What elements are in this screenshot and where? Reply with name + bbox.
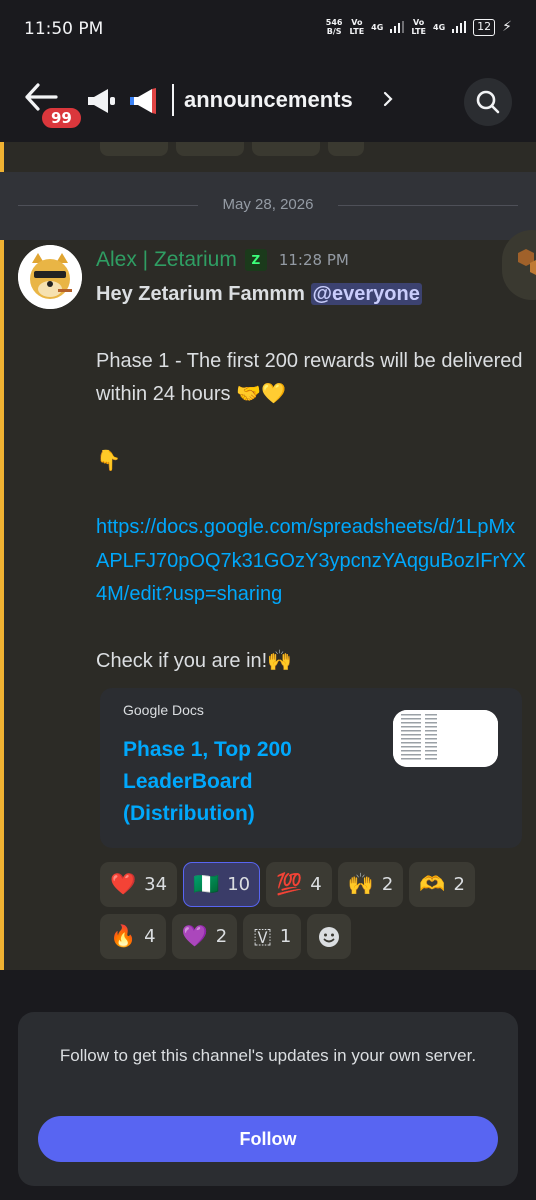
reaction-emoji: 💜 (181, 924, 208, 948)
megaphone-color-icon (130, 88, 156, 114)
reaction-count: 2 (453, 874, 465, 895)
volte-1-top: Vo (351, 18, 363, 27)
network-speed: 546 B/S (326, 18, 343, 36)
mention-everyone[interactable]: @everyone (310, 283, 422, 305)
reaction-count: 2 (215, 926, 228, 947)
greeting-line: Hey Zetarium Fammm @everyone (96, 278, 526, 312)
previous-reaction[interactable] (252, 142, 320, 156)
message-content: Hey Zetarium Fammm @everyone Phase 1 - T… (96, 278, 526, 678)
follow-button[interactable]: Follow (38, 1116, 498, 1162)
date-divider: May 28, 2026 (18, 194, 518, 218)
clock: 11:50 PM (24, 19, 104, 39)
phase-line: Phase 1 - The first 200 rewards will be … (96, 345, 526, 412)
handshake-heart-emoji: 🤝💛 (236, 383, 286, 405)
doge-avatar-icon (18, 245, 82, 309)
charging-icon: ⚡ (502, 19, 512, 35)
chevron-right-icon[interactable] (382, 90, 394, 108)
sim1-gen: 4G (371, 22, 384, 32)
add-reaction-icon (319, 926, 340, 947)
reaction-emoji: ❤️ (110, 872, 137, 896)
reaction-emoji: 🙌 (347, 872, 374, 896)
message-list[interactable]: May 28, 2026 Alex | Zetarium Z 11:28 PM … (0, 142, 536, 970)
sim2-gen: 4G (433, 22, 446, 32)
link-embed[interactable]: Google Docs Phase 1, Top 200 LeaderBoard… (100, 688, 522, 848)
reaction-button[interactable]: ❤️ 34 (100, 862, 178, 907)
reaction-button[interactable]: 💯 4 (266, 862, 332, 907)
status-icons: 546 B/S Vo LTE 4G Vo LTE 4G 12 ⚡ (326, 18, 512, 36)
avatar[interactable] (18, 245, 82, 309)
volte-2-bottom: LTE (411, 27, 427, 36)
follow-panel: Follow to get this channel's updates in … (0, 970, 536, 1200)
reaction-count: 1 (279, 926, 292, 947)
status-bar: 11:50 PM 546 B/S Vo LTE 4G Vo LTE 4G 12 … (0, 0, 536, 62)
previous-message-reactions (0, 142, 536, 172)
channel-separator (172, 84, 174, 116)
check-line: Check if you are in!🙌 (96, 645, 526, 679)
pointing-down-emoji: 👇 (96, 449, 121, 472)
greeting-text: Hey Zetarium Fammm (96, 283, 311, 305)
reactions: ❤️ 34 🇳🇬 10 💯 4 🙌 2 🫶 2 🔥 4 💜 2 🇻 1 (100, 862, 528, 959)
follow-card: Follow to get this channel's updates in … (18, 1012, 518, 1186)
channel-type-icons (86, 86, 160, 116)
previous-reaction[interactable] (100, 142, 168, 156)
search-icon (476, 90, 500, 114)
role-tag-icon: Z (244, 249, 267, 271)
reaction-count: 10 (227, 874, 251, 895)
reaction-emoji: 🫶 (419, 872, 446, 896)
volte-2-top: Vo (413, 18, 425, 27)
megaphone-icon (88, 89, 115, 113)
reaction-button[interactable]: 🇳🇬 10 (183, 862, 261, 907)
reaction-emoji: 🇻 (253, 924, 272, 948)
author-name[interactable]: Alex | Zetarium (96, 248, 237, 272)
check-text: Check if you are in! (96, 649, 268, 672)
embed-thumbnail[interactable] (393, 710, 498, 767)
reaction-button[interactable]: 🫶 2 (409, 862, 475, 907)
signal-2-icon (452, 21, 467, 33)
reaction-count: 4 (144, 926, 156, 947)
unread-badge: 99 (40, 106, 83, 130)
volte-1-bottom: LTE (349, 27, 365, 36)
search-button[interactable] (464, 78, 512, 126)
reaction-button[interactable]: 🔥 4 (100, 914, 166, 959)
volte-1: Vo LTE (349, 18, 364, 36)
previous-reaction[interactable] (176, 142, 244, 156)
net-speed-value: 546 (325, 18, 343, 27)
follow-description: Follow to get this channel's updates in … (59, 1046, 477, 1065)
previous-reaction[interactable] (328, 142, 364, 156)
reaction-emoji: 💯 (276, 872, 303, 896)
reaction-count: 34 (144, 874, 168, 895)
signal-1-icon (390, 21, 405, 33)
message[interactable]: Alex | Zetarium Z 11:28 PM Hey Zetarium … (0, 240, 536, 970)
reaction-emoji: 🇳🇬 (193, 872, 220, 896)
add-reaction-button[interactable] (307, 914, 352, 959)
reaction-button[interactable]: 🇻 1 (243, 914, 302, 959)
honeycomb-icon (518, 249, 536, 275)
message-timestamp: 11:28 PM (278, 251, 349, 269)
reaction-emoji: 🔥 (110, 924, 137, 948)
spreadsheet-link[interactable]: https://docs.google.com/spreadsheets/d/1… (96, 511, 526, 612)
reaction-count: 2 (381, 874, 394, 895)
battery-icon: 12 (473, 18, 496, 36)
channel-name[interactable]: announcements (184, 87, 353, 113)
raised-hands-emoji: 🙌 (267, 649, 293, 672)
reaction-count: 4 (310, 874, 322, 895)
spreadsheet-thumbnail-icon (393, 710, 498, 767)
channel-header: 99 announcements (0, 62, 536, 142)
net-speed-unit: B/S (326, 27, 342, 36)
phase-text: Phase 1 - The first 200 rewards will be … (96, 349, 523, 406)
embed-provider: Google Docs (123, 702, 204, 718)
message-header: Alex | Zetarium Z 11:28 PM (96, 248, 349, 272)
embed-title[interactable]: Phase 1, Top 200 LeaderBoard (Distributi… (123, 734, 343, 830)
reaction-button[interactable]: 💜 2 (171, 914, 238, 959)
reaction-button[interactable]: 🙌 2 (337, 862, 404, 907)
volte-2: Vo LTE (411, 18, 426, 36)
